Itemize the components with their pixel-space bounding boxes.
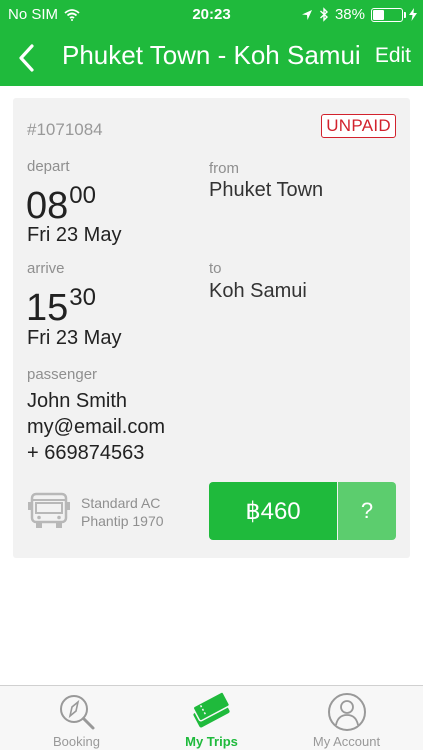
vehicle-class-line1: Standard AC	[81, 495, 161, 511]
status-badge: UNPAID	[321, 114, 396, 138]
status-bar: No SIM 20:23 38%	[0, 0, 423, 30]
nav-bar: Phuket Town - Koh Samui Edit	[0, 30, 423, 86]
tab-my-account[interactable]: My Account	[276, 686, 417, 750]
arrive-date: Fri 23 May	[27, 327, 122, 349]
tickets-icon	[192, 692, 230, 728]
help-button[interactable]: ?	[338, 482, 396, 540]
compass-search-icon	[59, 695, 94, 730]
tab-my-account-label: My Account	[312, 734, 381, 749]
tab-my-trips[interactable]: My Trips	[141, 686, 282, 750]
pay-price-button[interactable]: ฿460	[209, 482, 337, 540]
app-header: No SIM 20:23 38% Phuket Town - Koh Samui…	[0, 0, 423, 86]
battery-level	[373, 9, 384, 20]
back-button[interactable]	[8, 38, 44, 78]
user-icon	[327, 693, 366, 731]
from-place: Phuket Town	[209, 179, 324, 201]
arrive-hour: 15	[26, 287, 69, 329]
charging-bolt-icon	[409, 8, 417, 21]
depart-hour: 08	[26, 185, 69, 227]
vehicle-class: Standard AC Phantip 1970	[81, 494, 164, 530]
ticket-card: #1071084 UNPAID depart 0800 Fri 23 May f…	[13, 98, 410, 558]
edit-button[interactable]: Edit	[375, 44, 411, 68]
depart-time: 0800	[26, 182, 96, 227]
arrive-label: arrive	[27, 260, 65, 277]
tab-my-trips-label: My Trips	[185, 734, 238, 749]
from-label: from	[209, 160, 239, 177]
bus-icon	[28, 492, 70, 528]
tab-bar: Booking My Trips My Account	[0, 685, 423, 750]
vehicle-class-line2: Phantip 1970	[81, 513, 164, 529]
arrive-minute: 30	[69, 284, 96, 311]
battery-percent: 38%	[334, 6, 365, 23]
depart-minute: 00	[69, 182, 96, 209]
tab-booking[interactable]: Booking	[6, 686, 147, 750]
depart-date: Fri 23 May	[27, 224, 122, 246]
page-title: Phuket Town - Koh Samui	[62, 40, 361, 70]
passenger-email: my@email.com	[27, 416, 166, 438]
passenger-name: John Smith	[27, 390, 128, 412]
chevron-left-icon	[19, 44, 34, 72]
passenger-label: passenger	[27, 366, 98, 383]
to-label: to	[209, 260, 222, 277]
to-place: Koh Samui	[209, 280, 307, 302]
status-right: 38%	[301, 6, 417, 23]
depart-label: depart	[27, 158, 70, 175]
bluetooth-icon	[319, 7, 328, 22]
battery-icon	[371, 7, 406, 22]
booking-id: #1071084	[27, 120, 103, 139]
location-arrow-icon	[301, 9, 312, 20]
tab-booking-label: Booking	[53, 734, 100, 749]
passenger-phone: + 669874563	[27, 442, 145, 464]
arrive-time: 1530	[26, 284, 96, 329]
